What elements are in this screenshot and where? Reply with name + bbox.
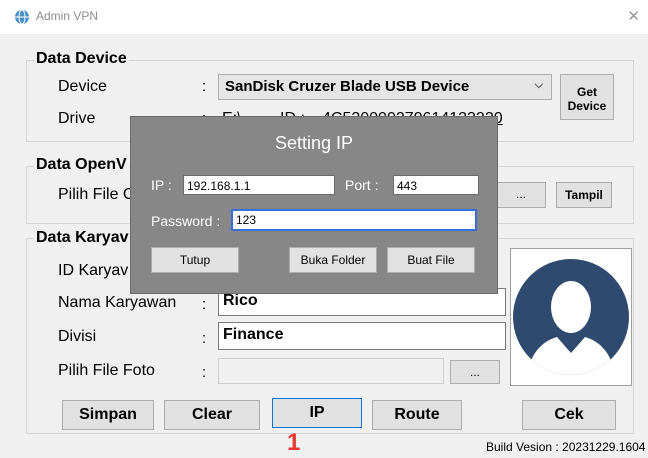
buka-folder-button[interactable]: Buka Folder	[289, 247, 377, 273]
nama-colon: :	[202, 296, 207, 313]
cek-button[interactable]: Cek	[522, 400, 616, 430]
divisi-label: Divisi	[58, 328, 97, 345]
foto-label: Pilih File Foto	[58, 362, 155, 379]
clear-button[interactable]: Clear	[164, 400, 260, 430]
device-label: Device	[58, 78, 107, 95]
device-colon: :	[202, 78, 207, 95]
device-select[interactable]: SanDisk Cruzer Blade USB Device ⌵	[218, 74, 552, 100]
port-input[interactable]: 443	[393, 175, 479, 195]
foto-path-input[interactable]	[218, 358, 444, 384]
password-input[interactable]: 123	[231, 209, 477, 231]
password-label: Password :	[151, 213, 221, 229]
tutup-button[interactable]: Tutup	[151, 247, 239, 273]
ip-label: IP :	[151, 177, 172, 193]
id-karyawan-label: ID Karyav	[58, 262, 129, 279]
ip-input[interactable]: 192.168.1.1	[183, 175, 335, 195]
divisi-colon: :	[202, 330, 207, 347]
simpan-button[interactable]: Simpan	[62, 400, 154, 430]
ip-button[interactable]: IP	[272, 398, 362, 428]
foto-colon: :	[202, 364, 207, 381]
app-icon	[15, 9, 29, 25]
drive-label: Drive	[58, 110, 96, 127]
close-icon[interactable]: ✕	[627, 7, 640, 25]
tampil-button[interactable]: Tampil	[556, 182, 612, 208]
employee-photo	[510, 248, 632, 386]
divisi-input[interactable]: Finance	[218, 322, 506, 350]
chevron-down-icon[interactable]: ⌵	[535, 79, 543, 92]
get-device-button[interactable]: Get Device	[560, 74, 614, 120]
window-title: Admin VPN	[36, 9, 99, 23]
data-device-title: Data Device	[34, 50, 129, 68]
data-openvpn-title: Data OpenV	[34, 156, 129, 174]
build-version: Build Vesion : 20231229.1604	[486, 440, 646, 454]
setting-ip-title: Setting IP	[274, 133, 354, 153]
port-label: Port :	[345, 177, 379, 193]
route-button[interactable]: Route	[372, 400, 462, 430]
annotation-number: 1	[287, 429, 301, 456]
device-select-value: SanDisk Cruzer Blade USB Device	[225, 78, 470, 95]
foto-browse-button[interactable]: ...	[450, 360, 500, 384]
openvpn-browse-button[interactable]: ...	[496, 182, 546, 208]
data-karyawan-title: Data Karyav	[34, 229, 131, 247]
setting-ip-dialog: Setting IP IP : 192.168.1.1 Port : 443 P…	[130, 116, 498, 294]
nama-label: Nama Karyawan	[58, 294, 177, 311]
avatar-icon	[513, 259, 629, 375]
openvpn-file-label: Pilih File C	[58, 186, 135, 203]
title-bar: Admin VPN ✕	[0, 0, 648, 34]
buat-file-button[interactable]: Buat File	[387, 247, 475, 273]
